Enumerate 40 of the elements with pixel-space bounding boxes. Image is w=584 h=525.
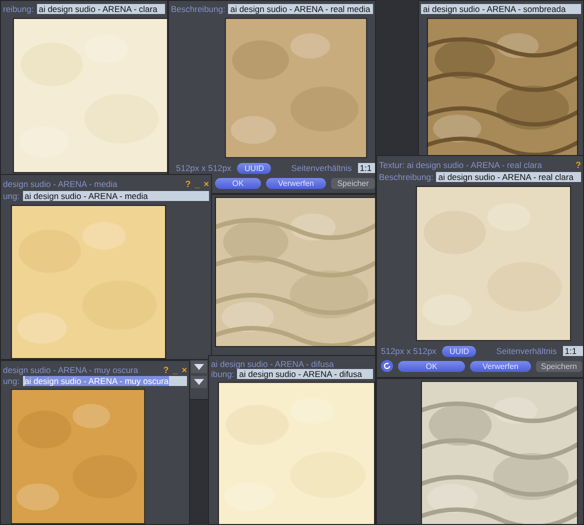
action-button[interactable]: OK — [215, 178, 261, 188]
aspect-ratio-field[interactable]: 1:1 — [562, 346, 583, 356]
title-bar-button[interactable]: × — [182, 364, 187, 374]
description-label: reibung: — [3, 4, 34, 14]
title-bar-button[interactable]: ? — [185, 179, 191, 189]
action-button[interactable]: Verwerfen — [266, 178, 326, 188]
title-bar-button[interactable]: ? — [576, 160, 581, 170]
title-bar-button[interactable]: _ — [194, 179, 200, 189]
scroll-down-button[interactable] — [191, 376, 207, 388]
title-bar-button[interactable]: _ — [172, 364, 178, 374]
action-button[interactable]: OK — [398, 360, 465, 372]
description-label: Beschreibung: — [171, 4, 226, 14]
window-title: Textur: ai design sudio - ARENA - real clara — [379, 160, 543, 170]
window-title: design sudio - ARENA - media — [3, 179, 118, 189]
refresh-icon[interactable] — [381, 360, 393, 372]
size-label: 512px x 512px — [176, 163, 232, 173]
action-button[interactable]: Verwerfen — [470, 360, 531, 372]
scroll-down-button[interactable] — [191, 361, 207, 373]
title-bar-button[interactable]: × — [204, 179, 209, 189]
description-field[interactable]: ai design sudio - ARENA - media — [22, 191, 209, 201]
description-field[interactable]: ai design sudio - ARENA - real clara — [436, 172, 581, 182]
window-title: design sudio - ARENA - muy oscura — [3, 364, 140, 374]
aspect-ratio-label: Seitenverhältnis — [291, 163, 352, 173]
aspect-ratio-field[interactable]: 1:1 — [358, 163, 375, 173]
save-button[interactable]: Speicher — [331, 178, 375, 188]
window-title: ai design sudio - ARENA - difusa — [211, 359, 335, 369]
size-label: 512px x 512px — [381, 346, 436, 356]
aspect-ratio-label: Seitenverhältnis — [496, 346, 557, 356]
save-button[interactable]: Speichern — [536, 360, 582, 372]
title-bar-button[interactable]: ? — [163, 364, 169, 374]
uuid-button[interactable]: UUID — [237, 162, 272, 174]
uuid-button[interactable]: UUID — [442, 346, 476, 356]
description-label: ibung: — [211, 369, 234, 379]
description-label: ung: — [3, 191, 20, 201]
description-label: Beschreibung: — [379, 172, 434, 182]
description-field[interactable]: ai design sudio - ARENA - clara — [36, 4, 165, 14]
description-field[interactable]: ai design sudio - ARENA - sombreada — [421, 4, 581, 14]
description-field[interactable]: ai design sudio - ARENA - difusa — [237, 369, 373, 379]
description-field[interactable]: ai design sudio - ARENA - real media — [228, 4, 373, 14]
description-label: ung: — [3, 376, 20, 386]
